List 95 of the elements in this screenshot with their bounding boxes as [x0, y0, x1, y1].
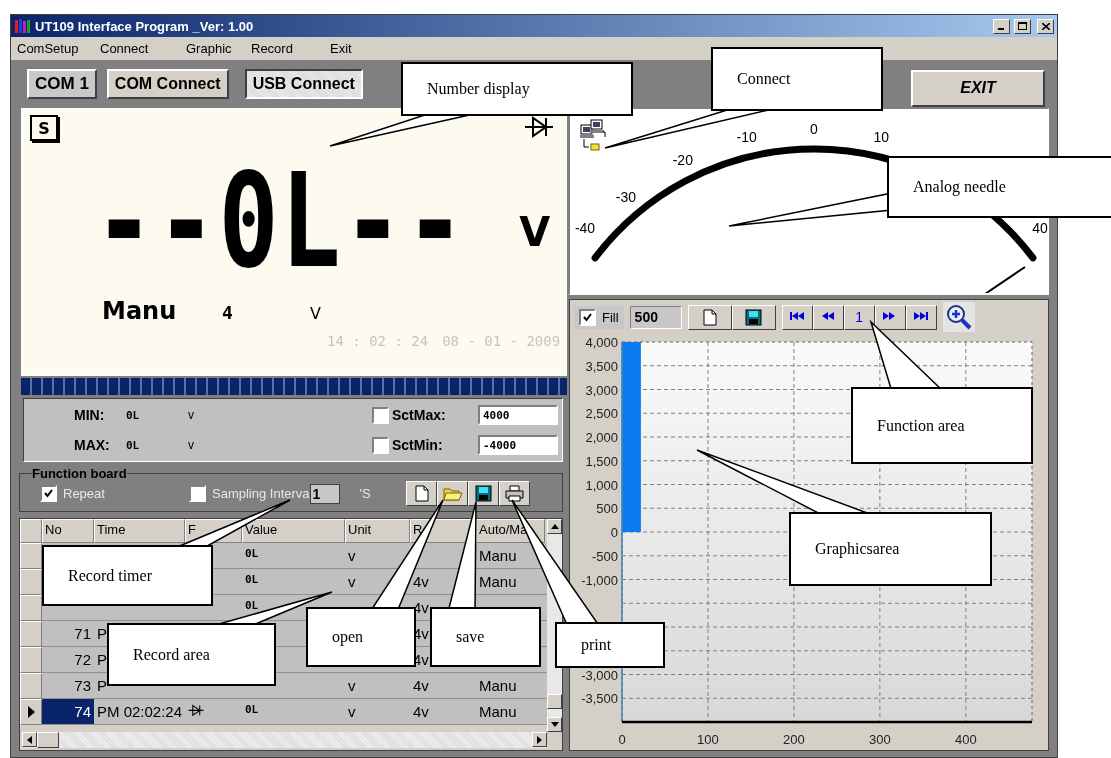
cell-text: Manu: [479, 703, 517, 720]
menu-item[interactable]: ComSetup: [13, 41, 96, 56]
cell-text: P: [97, 625, 107, 642]
callout: save: [430, 607, 541, 667]
cell-text: 0L: [245, 547, 259, 560]
axis-label: 0: [610, 525, 618, 540]
column-header: Value: [242, 519, 345, 543]
page-button[interactable]: 1: [843, 304, 875, 330]
axis-label: 4,000: [585, 335, 618, 350]
cell-text: v: [348, 573, 356, 590]
unit-label: V: [519, 209, 551, 255]
cell-text: Manu: [479, 547, 517, 564]
exit-button[interactable]: EXIT: [911, 69, 1045, 107]
menu-item[interactable]: Exit: [326, 41, 380, 56]
column-header: Time: [94, 519, 185, 543]
callout: Analog needle: [887, 156, 1111, 218]
connect-button[interactable]: COM Connect: [106, 69, 229, 99]
checkbox-label: Repeat: [63, 486, 106, 501]
table-cell-text: 71: [73, 624, 92, 644]
scale-label: -10: [736, 128, 757, 145]
callout: open: [306, 607, 416, 667]
cell-text: P: [97, 677, 107, 694]
stat-label: MIN:: [74, 407, 106, 423]
cell-text: Manu: [479, 573, 517, 590]
menu-item[interactable]: Graphic: [182, 41, 247, 56]
cell-text: P: [97, 651, 107, 668]
axis-label: 1,500: [585, 453, 618, 469]
stat-value: 0L: [126, 438, 141, 452]
scale-label: -30: [615, 188, 637, 205]
axis-label: 300: [869, 732, 891, 747]
limit-label: SctMin:: [392, 437, 444, 453]
stat-label: MAX:: [74, 437, 111, 453]
table-cell: 74: [42, 699, 94, 724]
unit-label: v: [188, 408, 195, 422]
column-header: No: [42, 519, 94, 543]
limit-field[interactable]: 4000: [478, 405, 558, 425]
axis-label: 1,000: [585, 477, 618, 493]
scale-label: 10: [873, 128, 890, 145]
limit-field[interactable]: -4000: [478, 435, 558, 455]
cell-text: v: [348, 703, 356, 720]
group-title: Function board: [32, 466, 127, 481]
unit-label: v: [188, 438, 195, 452]
scale-label: -40: [574, 219, 596, 236]
interval-unit: 'S: [359, 486, 371, 501]
checkbox-label: Fill: [602, 309, 619, 325]
callout: print: [555, 622, 665, 668]
axis-label: 3,500: [585, 358, 618, 374]
table-cell-text: 72: [73, 650, 92, 670]
cell-text: 4v: [413, 573, 429, 590]
cell-text: Manu: [479, 677, 517, 694]
connect-button[interactable]: USB Connect: [244, 69, 363, 99]
cell-text: 4v: [413, 677, 429, 694]
scale-label: 40: [1032, 219, 1048, 236]
main-reading: --0L--: [94, 157, 468, 287]
axis-label: -3,000: [581, 667, 618, 683]
cell-text: v: [348, 677, 356, 694]
port-label: COM 1: [27, 69, 97, 99]
cell-text: 0L: [245, 599, 259, 612]
axis-label: -1,000: [581, 572, 618, 588]
points-field[interactable]: 500: [629, 305, 682, 329]
callout: Graphicsarea: [789, 512, 992, 586]
scale-label: -20: [672, 151, 693, 168]
time-readout: 14 : 02 : 24: [327, 333, 429, 349]
range-unit: V: [310, 304, 321, 323]
window-title: UT109 Interface Program _Ver: 1.00: [35, 18, 255, 34]
limit-label: SctMax:: [392, 407, 447, 423]
axis-label: 0: [618, 732, 626, 747]
axis-label: 200: [783, 732, 805, 747]
axis-label: 500: [596, 501, 618, 517]
table-cell-text: 73: [73, 676, 92, 696]
cell-text: 0L: [245, 573, 259, 586]
axis-label: 2,000: [585, 430, 618, 445]
checkbox-label: Sampling Interva: [212, 486, 310, 501]
axis-label: -500: [591, 548, 618, 564]
axis-label: -3,500: [581, 691, 618, 707]
range-value: 4: [222, 302, 234, 323]
axis-label: 3,000: [585, 382, 618, 398]
cell-text: v: [348, 547, 356, 564]
stat-value: 0L: [126, 408, 141, 422]
date-readout: 08 - 01 - 2009: [442, 333, 561, 349]
range-mode: Manu: [102, 297, 178, 325]
menu-item[interactable]: Record: [247, 41, 326, 56]
column-header: Unit: [345, 519, 410, 543]
mode-indicator: S: [30, 115, 58, 141]
cell-text: 4v: [413, 703, 429, 720]
scale-label: 0: [810, 121, 818, 137]
axis-label: 400: [954, 732, 977, 747]
callout: Connect: [711, 47, 883, 111]
menu-item[interactable]: Connect: [96, 41, 182, 56]
interval-field[interactable]: 1: [309, 483, 340, 504]
cell-text: PM 02:02:24: [97, 703, 183, 720]
axis-label: 2,500: [585, 406, 618, 422]
axis-label: 100: [697, 732, 719, 747]
cell-text: 0L: [245, 703, 259, 716]
callout: Record timer: [42, 545, 213, 606]
